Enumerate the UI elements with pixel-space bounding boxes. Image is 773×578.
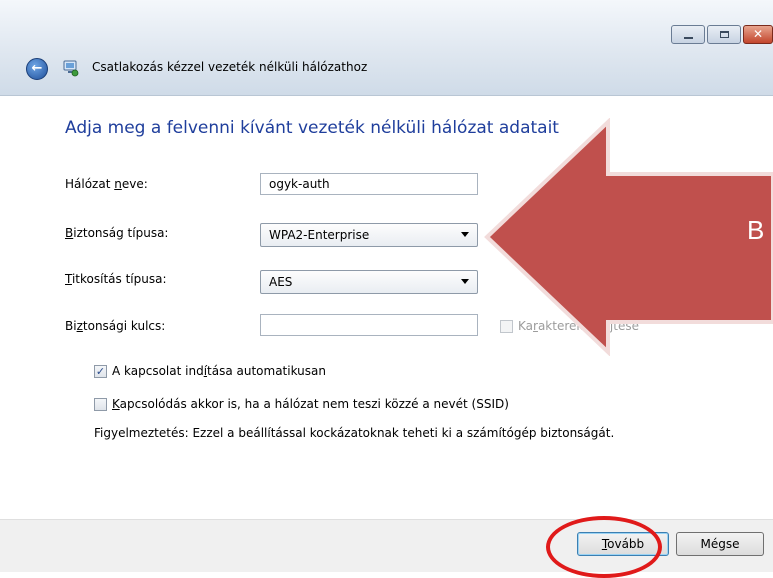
close-icon: ✕ bbox=[752, 27, 764, 41]
wireless-network-icon bbox=[63, 60, 79, 77]
annotation-arrow bbox=[484, 118, 773, 356]
checkmark-icon: ✓ bbox=[95, 365, 106, 378]
back-button[interactable]: ← bbox=[26, 58, 48, 80]
label-part: Bi bbox=[65, 319, 77, 333]
label-part: itkosítás típusa: bbox=[71, 272, 167, 286]
label-part: A kapcsolat ind bbox=[112, 364, 204, 378]
window-title: Csatlakozás kézzel vezeték nélküli hálóz… bbox=[92, 60, 368, 74]
title-bar: ✕ ← Csatlakozás kézzel vezeték nélküli h… bbox=[0, 0, 773, 96]
label-part: Hálózat bbox=[65, 177, 115, 191]
label-part: apcsolódás akkor is, ha a hálózat nem te… bbox=[119, 397, 509, 411]
minimize-button[interactable] bbox=[671, 25, 705, 44]
annotation-circle bbox=[546, 516, 662, 578]
cancel-button[interactable]: Mégse bbox=[676, 532, 764, 556]
auto-start-checkbox[interactable]: ✓ bbox=[94, 365, 107, 378]
access-key: B bbox=[65, 226, 74, 240]
chevron-down-icon bbox=[461, 279, 469, 284]
minimize-icon bbox=[684, 37, 693, 39]
label-part: eve: bbox=[121, 177, 148, 191]
chevron-down-icon bbox=[461, 232, 469, 237]
access-key: n bbox=[114, 177, 122, 191]
label-part: iztonság típusa: bbox=[73, 226, 169, 240]
security-key-input[interactable] bbox=[260, 314, 478, 336]
encryption-type-select[interactable]: AES bbox=[260, 270, 478, 294]
close-button[interactable]: ✕ bbox=[743, 25, 773, 44]
security-type-value: WPA2-Enterprise bbox=[269, 228, 370, 242]
annotation-arrow-shape bbox=[484, 118, 773, 356]
auto-start-label: A kapcsolat indítása automatikusan bbox=[112, 364, 326, 378]
connect-hidden-label: Kapcsolódás akkor is, ha a hálózat nem t… bbox=[112, 397, 509, 411]
maximize-button[interactable] bbox=[707, 25, 741, 44]
security-type-select[interactable]: WPA2-Enterprise bbox=[260, 223, 478, 247]
back-arrow-icon: ← bbox=[31, 61, 43, 76]
connect-hidden-checkbox[interactable] bbox=[94, 398, 107, 411]
label-part: tása automatikusan bbox=[207, 364, 326, 378]
encryption-type-value: AES bbox=[269, 275, 293, 289]
encryption-type-label: Titkosítás típusa: bbox=[65, 272, 167, 286]
maximize-icon bbox=[720, 31, 729, 38]
window-controls: ✕ bbox=[671, 25, 773, 44]
label-part: tonsági kulcs: bbox=[82, 319, 166, 333]
annotation-arrow-text: B bbox=[747, 215, 765, 245]
security-warning: Figyelmeztetés: Ezzel a beállítással koc… bbox=[94, 426, 615, 440]
network-name-input[interactable]: ogyk-auth bbox=[260, 173, 478, 195]
security-type-label: Biztonság típusa: bbox=[65, 226, 168, 240]
security-key-label: Biztonsági kulcs: bbox=[65, 319, 165, 333]
access-key: T bbox=[65, 272, 72, 286]
access-key: K bbox=[112, 397, 120, 411]
network-name-label: Hálózat neve: bbox=[65, 177, 148, 191]
